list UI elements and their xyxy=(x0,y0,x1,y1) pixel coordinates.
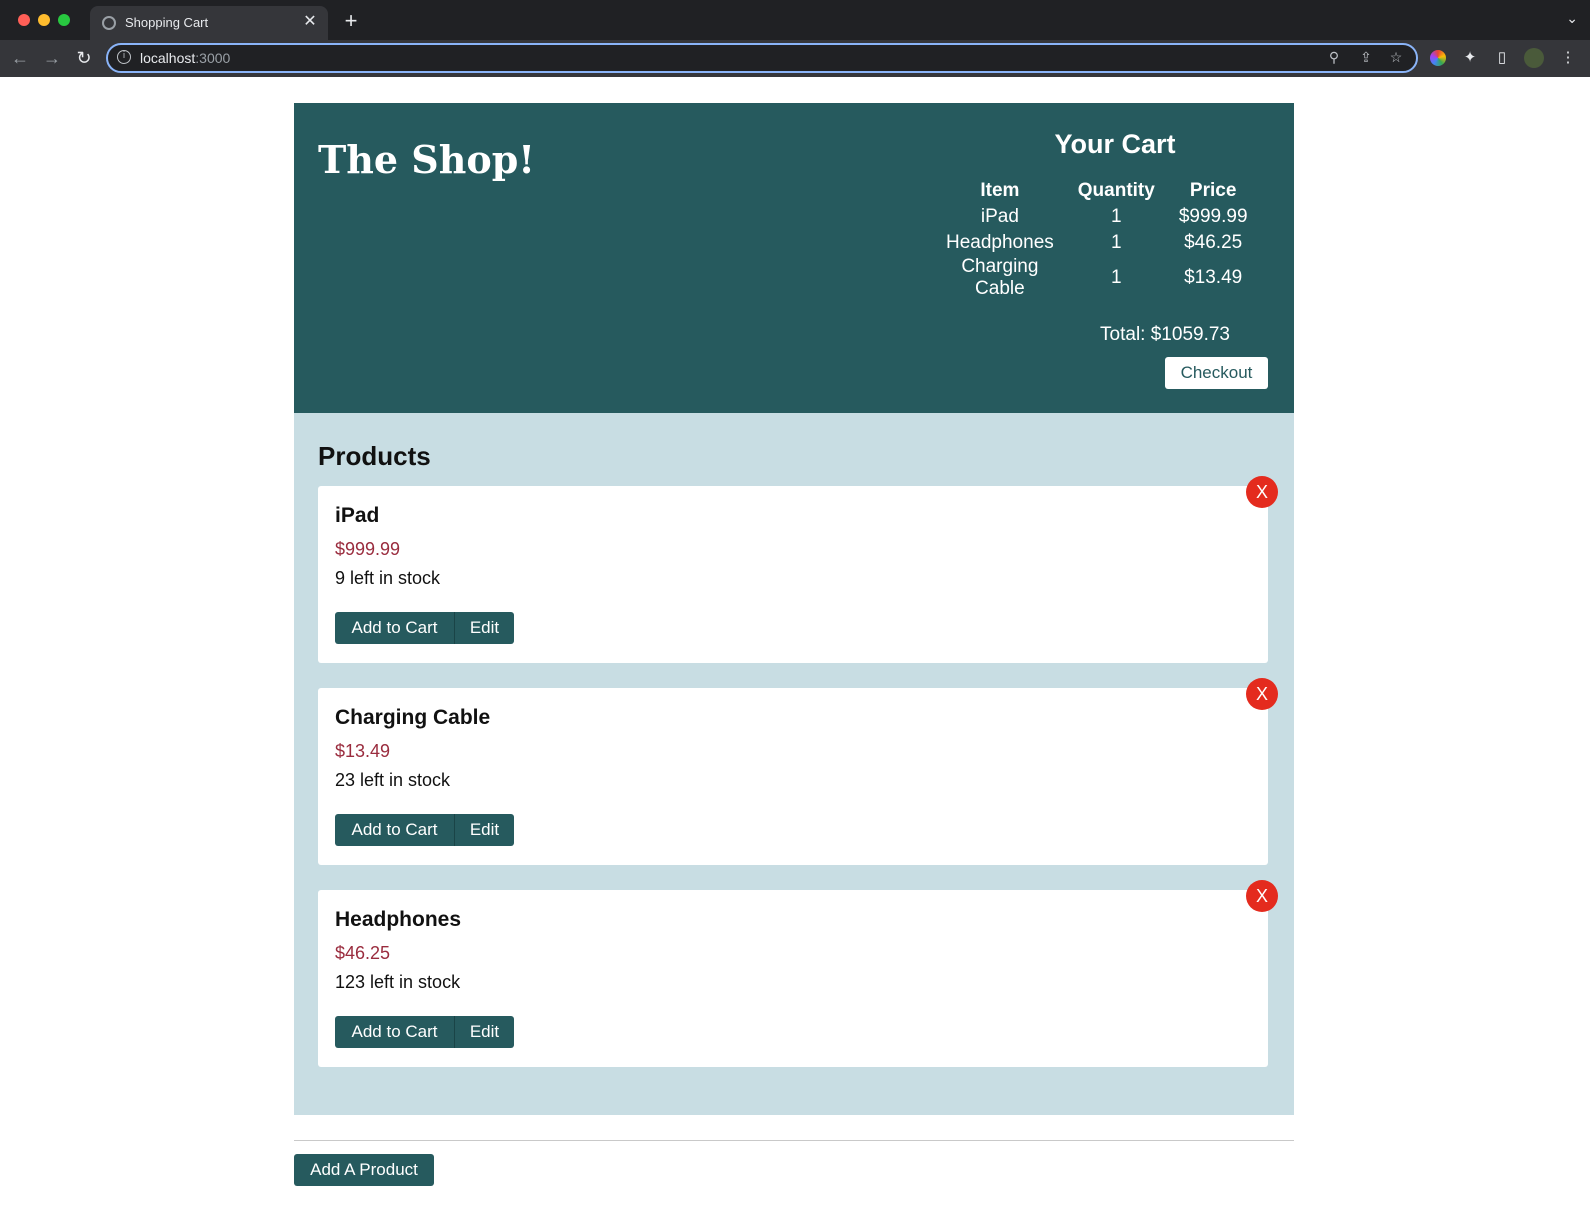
star-icon[interactable]: ☆ xyxy=(1386,49,1406,66)
product-name: iPad xyxy=(335,504,380,527)
browser-tab-strip: Shopping Cart ✕ + ⌄ xyxy=(0,0,1590,40)
product-card: iPad $999.99 9 left in stock Add to Cart… xyxy=(318,476,1278,663)
cart-total: Total: $1059.73 xyxy=(1100,324,1230,345)
header: The Shop! Your Cart Item Quantity Price … xyxy=(294,103,1294,413)
product-name: Headphones xyxy=(335,908,462,931)
back-icon[interactable]: ← xyxy=(8,46,32,70)
product-listing: Products iPad $999.99 9 left in stock Ad… xyxy=(294,413,1294,1115)
color-extension-icon[interactable] xyxy=(1430,50,1446,66)
zoom-icon[interactable]: ⚲ xyxy=(1324,49,1344,66)
product-actions: Add to Cart Edit xyxy=(335,1016,1251,1048)
product-name: Charging Cable xyxy=(335,706,491,729)
address-bar[interactable]: i localhost:3000 ⚲ ⇪ ☆ xyxy=(106,43,1418,73)
delete-product-button[interactable]: X xyxy=(1246,880,1278,912)
product-stock: 9 left in stock xyxy=(335,568,441,588)
add-to-cart-button[interactable]: Add to Cart xyxy=(335,1016,454,1048)
app-container: The Shop! Your Cart Item Quantity Price … xyxy=(294,103,1294,1186)
browser-tab[interactable]: Shopping Cart ✕ xyxy=(90,6,328,40)
tab-title: Shopping Cart xyxy=(125,15,209,30)
cart-item-name: Charging Cable xyxy=(961,256,1039,299)
cart-item-name: Headphones xyxy=(946,232,1054,253)
product-stock: 23 left in stock xyxy=(335,770,451,790)
cart-row: Headphones 1 $46.25 xyxy=(934,230,1260,256)
forward-icon[interactable]: → xyxy=(40,46,64,70)
cart-item-quantity: 1 xyxy=(1111,232,1122,253)
kebab-menu-icon[interactable]: ⋮ xyxy=(1558,48,1578,68)
cart-item-name: iPad xyxy=(980,206,1019,227)
logo: The Shop! xyxy=(318,137,535,182)
edit-button[interactable]: Edit xyxy=(454,814,514,846)
product-price: $13.49 xyxy=(335,741,391,761)
url-host: localhost xyxy=(140,50,196,66)
url-text: localhost:3000 xyxy=(140,50,230,66)
products-heading: Products xyxy=(318,441,431,471)
tab-list-chevron-icon[interactable]: ⌄ xyxy=(1566,10,1578,27)
maximize-window-button[interactable] xyxy=(58,14,70,26)
cart-item-price: $46.25 xyxy=(1184,232,1243,253)
cart-title: Your Cart xyxy=(1054,129,1176,159)
add-to-cart-button[interactable]: Add to Cart xyxy=(335,612,454,644)
reload-icon[interactable]: ↻ xyxy=(72,46,96,70)
tab-favicon-icon xyxy=(102,16,116,30)
product-price: $999.99 xyxy=(335,539,401,559)
product-stock: 123 left in stock xyxy=(335,972,461,992)
cart-column-header: Quantity xyxy=(1077,180,1155,201)
cart: Your Cart Item Quantity Price iPad 1 $99… xyxy=(934,129,1254,346)
info-icon[interactable]: i xyxy=(117,50,131,64)
cart-item-price: $13.49 xyxy=(1184,267,1243,288)
close-window-button[interactable] xyxy=(18,14,30,26)
cart-item-quantity: 1 xyxy=(1111,267,1122,288)
minimize-window-button[interactable] xyxy=(38,14,50,26)
puzzle-icon[interactable]: ✦ xyxy=(1460,48,1480,68)
cart-item-quantity: 1 xyxy=(1111,206,1122,227)
cart-column-header: Price xyxy=(1189,180,1237,201)
cart-table: Item Quantity Price iPad 1 $999.99 Headp… xyxy=(934,178,1260,300)
cart-row: iPad 1 $999.99 xyxy=(934,204,1260,230)
new-tab-button[interactable]: + xyxy=(338,8,364,34)
add-product-button[interactable]: Add A Product xyxy=(294,1154,434,1186)
checkout-button[interactable]: Checkout xyxy=(1165,357,1268,389)
share-icon[interactable]: ⇪ xyxy=(1356,49,1376,66)
side-panel-icon[interactable]: ▯ xyxy=(1492,48,1512,68)
delete-product-button[interactable]: X xyxy=(1246,476,1278,508)
product-card: Headphones $46.25 123 left in stock Add … xyxy=(318,880,1278,1067)
browser-toolbar: ← → ↻ i localhost:3000 ⚲ ⇪ ☆ ✦ ▯ ⋮ xyxy=(0,40,1590,77)
tab-close-icon[interactable]: ✕ xyxy=(300,12,320,32)
cart-row: Charging Cable 1 $13.49 xyxy=(934,256,1260,300)
cart-header-row: Item Quantity Price xyxy=(934,178,1260,204)
product-actions: Add to Cart Edit xyxy=(335,612,1251,644)
cart-column-header: Item xyxy=(980,180,1020,201)
url-port: :3000 xyxy=(195,50,231,66)
product-actions: Add to Cart Edit xyxy=(335,814,1251,846)
divider xyxy=(294,1140,1294,1141)
delete-product-button[interactable]: X xyxy=(1246,678,1278,710)
edit-button[interactable]: Edit xyxy=(454,1016,514,1048)
add-to-cart-button[interactable]: Add to Cart xyxy=(335,814,454,846)
cart-item-price: $999.99 xyxy=(1178,206,1248,227)
edit-button[interactable]: Edit xyxy=(454,612,514,644)
avatar[interactable] xyxy=(1524,48,1544,68)
product-card: Charging Cable $13.49 23 left in stock A… xyxy=(318,678,1278,865)
product-price: $46.25 xyxy=(335,943,391,963)
